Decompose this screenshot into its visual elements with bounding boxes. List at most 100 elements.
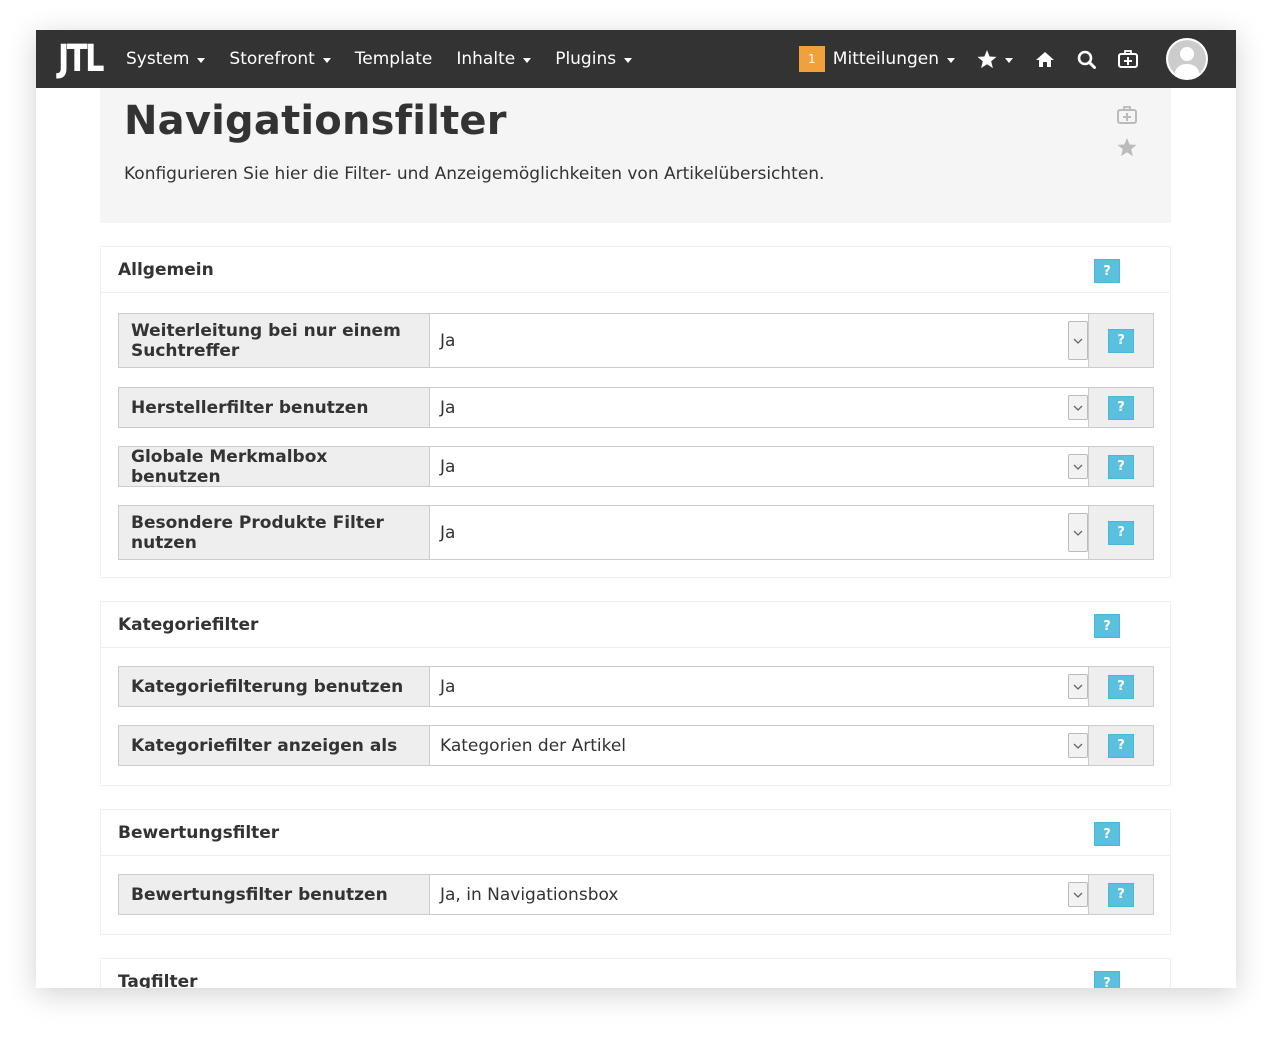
page-subtitle: Konfigurieren Sie hier die Filter- und A…: [124, 164, 825, 184]
jtl-logo[interactable]: JTL: [58, 38, 104, 80]
setting-value: Ja: [440, 330, 456, 351]
caret-down-icon: [523, 57, 532, 63]
setting-help-cell: ?: [1089, 726, 1153, 765]
section-allgemein: Allgemein ? Weiterleitung bei nur einem …: [100, 246, 1171, 578]
section-header: Kategoriefilter ?: [101, 602, 1170, 648]
setting-value: Ja: [440, 522, 456, 543]
menu-template-label: Template: [354, 49, 433, 69]
section-title: Bewertungsfilter: [118, 823, 280, 843]
setting-select[interactable]: Ja: [430, 447, 1089, 486]
caret-down-icon: [322, 57, 331, 63]
chevron-down-icon: [1068, 733, 1088, 758]
medkit-icon: [1118, 50, 1138, 68]
search-icon: [1077, 50, 1096, 69]
setting-select[interactable]: Ja: [430, 506, 1089, 559]
setting-label: Kategoriefilterung benutzen: [119, 667, 430, 706]
page-title: Navigationsfilter: [124, 98, 507, 144]
menu-storefront-label: Storefront: [229, 49, 315, 69]
setting-label: Kategoriefilter anzeigen als: [119, 726, 430, 765]
setting-select[interactable]: Ja: [430, 314, 1089, 367]
main-menu: System Storefront Template Inhalte Plugi…: [126, 30, 656, 88]
page-help-button[interactable]: [1117, 106, 1137, 128]
menu-inhalte-label: Inhalte: [456, 49, 516, 69]
setting-row: Herstellerfilter benutzen Ja ?: [118, 387, 1154, 428]
chevron-down-icon: [1068, 513, 1088, 552]
setting-row: Bewertungsfilter benutzen Ja, in Navigat…: [118, 874, 1154, 915]
chevron-down-icon: [1068, 321, 1088, 360]
section-header: Bewertungsfilter ?: [101, 810, 1170, 856]
setting-help-cell: ?: [1089, 875, 1153, 914]
favorites-button[interactable]: [977, 30, 1013, 88]
user-avatar-icon: [1168, 40, 1206, 78]
setting-select[interactable]: Ja: [430, 667, 1089, 706]
chevron-down-icon: [1068, 674, 1088, 699]
section-bewertungsfilter: Bewertungsfilter ? Bewertungsfilter benu…: [100, 809, 1171, 935]
help-center-button[interactable]: [1118, 30, 1138, 88]
menu-template[interactable]: Template: [355, 30, 445, 88]
chevron-down-icon: [1068, 882, 1088, 907]
section-header: Allgemein ?: [101, 247, 1170, 293]
setting-help-cell: ?: [1089, 314, 1153, 367]
add-favorite-button[interactable]: [1117, 138, 1137, 161]
setting-help-cell: ?: [1089, 506, 1153, 559]
caret-down-icon: [197, 57, 206, 63]
setting-row: Globale Merkmalbox benutzen Ja ?: [118, 446, 1154, 487]
navbar-right: 1 Mitteilungen: [798, 30, 1208, 88]
menu-storefront[interactable]: Storefront: [229, 30, 342, 88]
user-avatar[interactable]: [1166, 38, 1208, 80]
page-header: Navigationsfilter Konfigurieren Sie hier…: [100, 88, 1171, 223]
page-header-actions: [1117, 106, 1137, 171]
help-button[interactable]: ?: [1094, 822, 1120, 846]
notifications-menu[interactable]: 1 Mitteilungen: [798, 30, 955, 88]
setting-label: Weiterleitung bei nur einem Suchtreffer: [119, 314, 430, 367]
help-button[interactable]: ?: [1094, 971, 1120, 988]
caret-down-icon: [624, 57, 633, 63]
help-button[interactable]: ?: [1094, 614, 1120, 638]
section-title: Tagfilter: [118, 972, 198, 988]
setting-row: Besondere Produkte Filter nutzen Ja ?: [118, 505, 1154, 560]
setting-label: Bewertungsfilter benutzen: [119, 875, 430, 914]
setting-label: Herstellerfilter benutzen: [119, 388, 430, 427]
help-button[interactable]: ?: [1108, 395, 1134, 420]
search-button[interactable]: [1077, 30, 1096, 88]
home-button[interactable]: [1035, 30, 1055, 88]
section-title: Kategoriefilter: [118, 615, 259, 635]
setting-row: Kategoriefilter anzeigen als Kategorien …: [118, 725, 1154, 766]
notifications-label: Mitteilungen: [832, 49, 939, 69]
setting-value: Ja: [440, 397, 456, 418]
setting-value: Ja, in Navigationsbox: [440, 884, 619, 905]
setting-value: Kategorien der Artikel: [440, 735, 627, 756]
caret-down-icon: [1005, 57, 1013, 63]
help-button[interactable]: ?: [1108, 882, 1134, 907]
section-kategoriefilter: Kategoriefilter ? Kategoriefilterung ben…: [100, 601, 1171, 786]
setting-select[interactable]: Kategorien der Artikel: [430, 726, 1089, 765]
section-header: Tagfilter ?: [101, 959, 1170, 988]
menu-plugins[interactable]: Plugins: [555, 30, 644, 88]
help-button[interactable]: ?: [1108, 674, 1134, 699]
setting-row: Weiterleitung bei nur einem Suchtreffer …: [118, 313, 1154, 368]
help-button[interactable]: ?: [1108, 454, 1134, 479]
setting-value: Ja: [440, 676, 456, 697]
setting-select[interactable]: Ja: [430, 388, 1089, 427]
setting-label: Besondere Produkte Filter nutzen: [119, 506, 430, 559]
star-icon: [1117, 138, 1137, 157]
setting-help-cell: ?: [1089, 667, 1153, 706]
home-icon: [1036, 51, 1054, 67]
help-button[interactable]: ?: [1108, 520, 1134, 545]
setting-value: Ja: [440, 456, 456, 477]
caret-down-icon: [947, 57, 955, 63]
medkit-icon: [1117, 106, 1137, 124]
setting-row: Kategoriefilterung benutzen Ja ?: [118, 666, 1154, 707]
notifications-badge: 1: [798, 46, 825, 72]
menu-inhalte[interactable]: Inhalte: [456, 30, 543, 88]
app-window: JTL System Storefront Template Inhalte P…: [36, 30, 1236, 988]
chevron-down-icon: [1068, 395, 1088, 420]
help-button[interactable]: ?: [1108, 733, 1134, 758]
main-content: Navigationsfilter Konfigurieren Sie hier…: [46, 88, 1226, 988]
chevron-down-icon: [1068, 454, 1088, 479]
menu-system[interactable]: System: [126, 30, 217, 88]
setting-help-cell: ?: [1089, 388, 1153, 427]
setting-select[interactable]: Ja, in Navigationsbox: [430, 875, 1089, 914]
help-button[interactable]: ?: [1108, 328, 1134, 353]
help-button[interactable]: ?: [1094, 259, 1120, 283]
